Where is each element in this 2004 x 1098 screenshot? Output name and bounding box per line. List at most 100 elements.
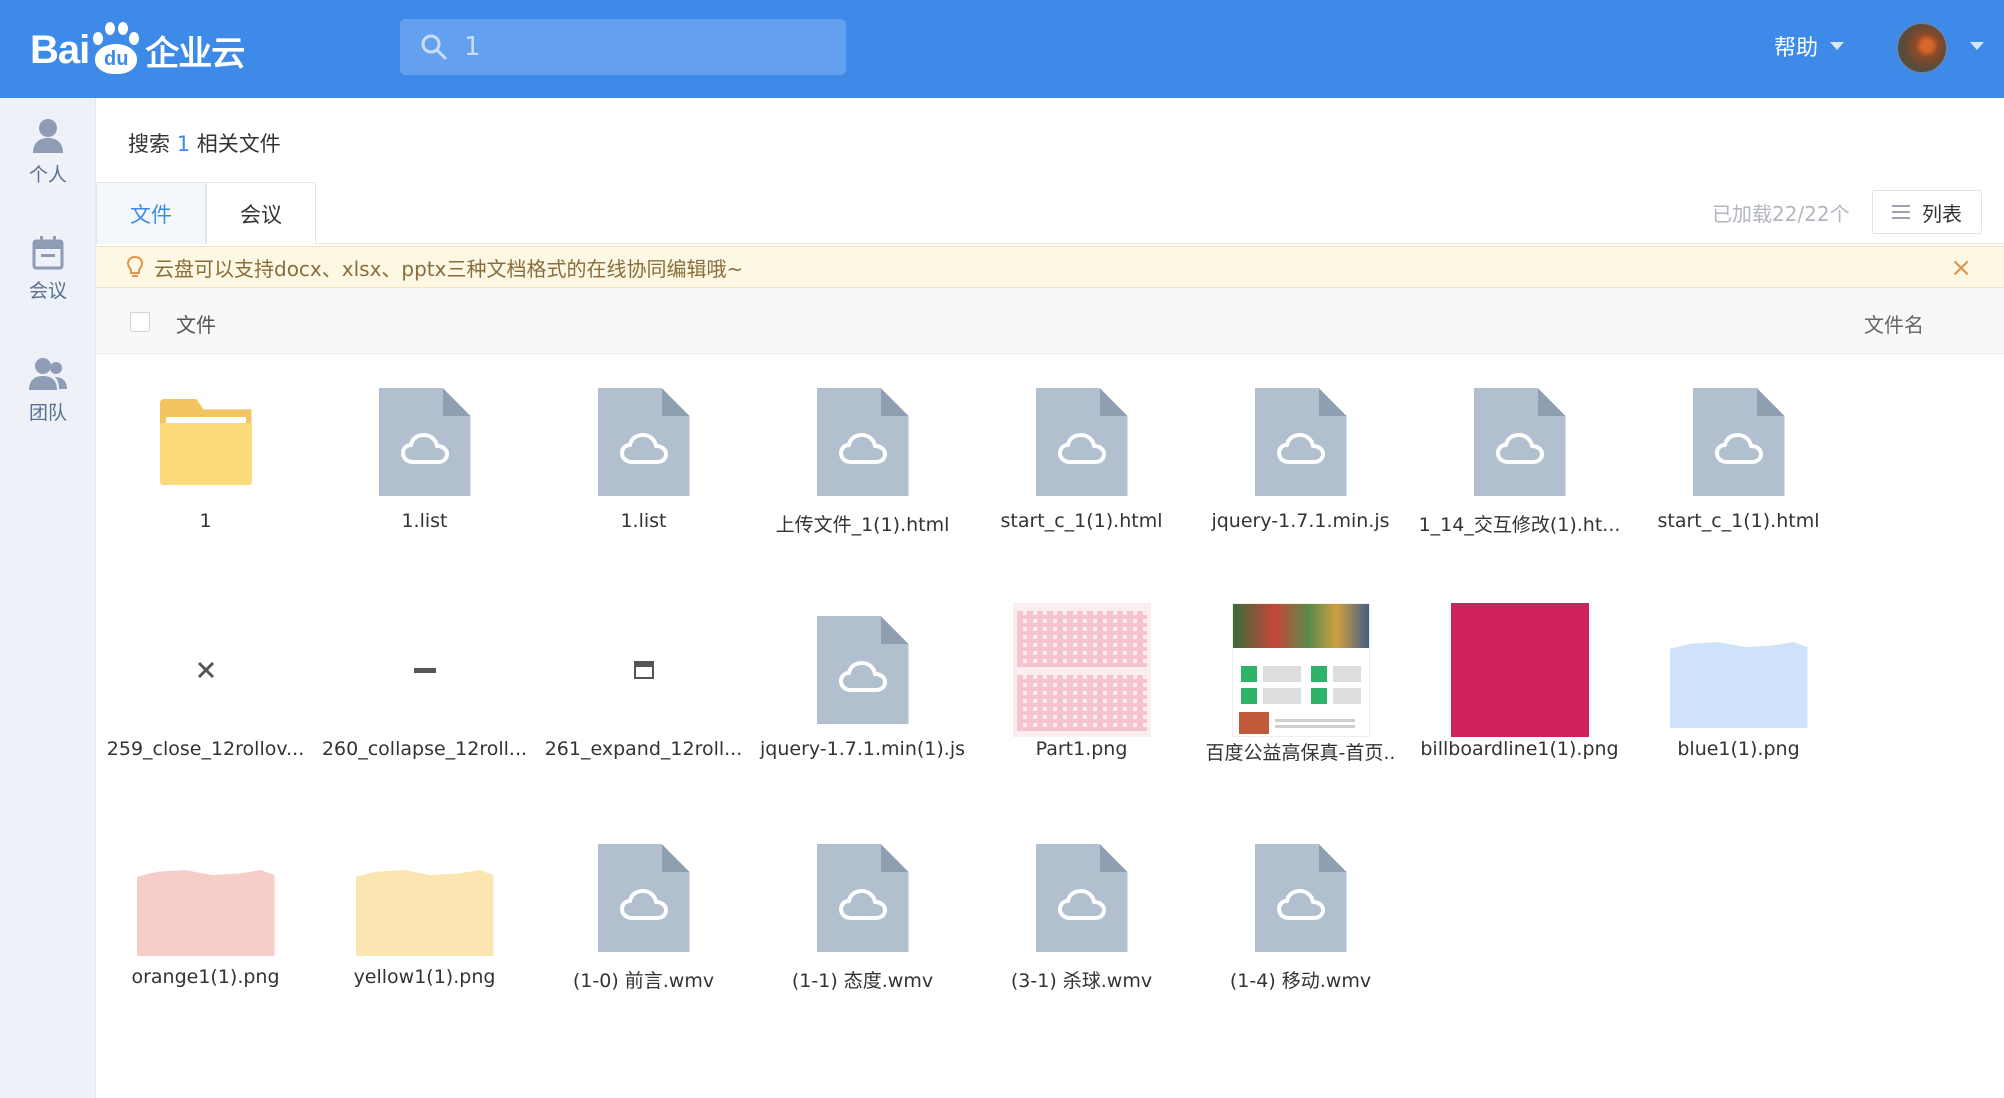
paw-icon: du — [91, 22, 141, 78]
file-item[interactable]: (1-4) 移动.wmv — [1191, 810, 1410, 1038]
logo-text-du: du — [104, 48, 129, 70]
sidebar-item-label: 会议 — [28, 280, 67, 302]
help-label: 帮助 — [1774, 36, 1819, 61]
search-title-prefix: 搜索 — [128, 132, 170, 156]
help-menu[interactable]: 帮助 — [1774, 30, 1845, 62]
file-item[interactable]: 1_14_交互修改(1).ht... — [1410, 354, 1629, 582]
file-name: (1-0) 前言.wmv — [572, 970, 715, 992]
file-name: (1-1) 态度.wmv — [791, 970, 934, 992]
image-thumbnail — [1410, 582, 1629, 758]
file-item[interactable]: (1-1) 态度.wmv — [753, 810, 972, 1038]
file-name: 1.list — [401, 510, 448, 532]
cloud-file-icon — [753, 810, 972, 986]
calendar-icon — [32, 236, 64, 270]
search-title-keyword: 1 — [176, 132, 191, 156]
cloud-file-icon — [1191, 354, 1410, 530]
file-item[interactable]: start_c_1(1).html — [972, 354, 1191, 582]
collapse-thumbnail — [315, 582, 534, 758]
cloud-file-icon — [1629, 354, 1848, 530]
search-icon[interactable] — [420, 33, 448, 61]
file-name: 260_collapse_12roll... — [321, 738, 528, 760]
logo-text-bai: Bai — [30, 27, 90, 72]
file-item[interactable]: 上传文件_1(1).html — [753, 354, 972, 582]
avatar[interactable] — [1896, 22, 1948, 74]
file-item[interactable]: (1-0) 前言.wmv — [534, 810, 753, 1038]
sidebar: 个人 会议 团队 — [0, 98, 96, 1098]
main-content: 搜索 1 相关文件 文件 会议 已加载22/22个 列表 云盘可以支持docx、… — [96, 98, 2004, 1098]
image-thumbnail — [1629, 582, 1848, 758]
file-item[interactable]: 259_close_12rollov... — [96, 582, 315, 810]
cloud-file-icon — [972, 810, 1191, 986]
close-icon[interactable]: × — [1950, 254, 1972, 282]
file-name: jquery-1.7.1.min.js — [1211, 510, 1390, 532]
file-item[interactable]: 1.list — [315, 354, 534, 582]
file-item[interactable]: jquery-1.7.1.min.js — [1191, 354, 1410, 582]
image-thumbnail — [1191, 582, 1410, 758]
cloud-file-icon — [972, 354, 1191, 530]
file-name: 百度公益高保真-首页.. — [1205, 742, 1396, 764]
file-item[interactable]: 1 — [96, 354, 315, 582]
list-view-button[interactable]: 列表 — [1872, 190, 1982, 234]
file-name: 1 — [199, 510, 212, 532]
cloud-file-icon — [315, 354, 534, 530]
file-item[interactable]: jquery-1.7.1.min(1).js — [753, 582, 972, 810]
file-item[interactable]: (3-1) 杀球.wmv — [972, 810, 1191, 1038]
folder-icon — [96, 354, 315, 530]
sort-by-filename[interactable]: 文件名 — [1864, 309, 1924, 338]
cloud-file-icon — [1410, 354, 1629, 530]
lightbulb-icon — [126, 255, 144, 277]
cloud-file-icon — [753, 354, 972, 530]
file-name: yellow1(1).png — [353, 966, 496, 988]
search-title-suffix: 相关文件 — [196, 132, 281, 156]
sidebar-item-meeting[interactable]: 会议 — [0, 236, 96, 303]
file-item[interactable]: billboardline1(1).png — [1410, 582, 1629, 810]
file-name: billboardline1(1).png — [1420, 738, 1619, 760]
baidu-logo[interactable]: Bai du 企业云 — [30, 20, 245, 80]
select-all-checkbox[interactable] — [130, 312, 150, 332]
file-item[interactable]: blue1(1).png — [1629, 582, 1848, 810]
loaded-count: 已加载22/22个 — [1712, 202, 1850, 226]
file-item[interactable]: Part1.png — [972, 582, 1191, 810]
file-name: 1.list — [620, 510, 667, 532]
cloud-file-icon — [753, 582, 972, 758]
cloud-file-icon — [1191, 810, 1410, 986]
file-item[interactable]: yellow1(1).png — [315, 810, 534, 1038]
image-thumbnail — [972, 582, 1191, 758]
image-thumbnail — [315, 810, 534, 986]
file-name: 259_close_12rollov... — [106, 738, 305, 760]
person-icon — [33, 119, 63, 153]
search-box[interactable] — [400, 19, 846, 75]
list-view-label: 列表 — [1922, 201, 1962, 226]
team-icon — [29, 358, 67, 390]
tab-bar: 文件 会议 已加载22/22个 列表 — [96, 182, 2004, 244]
column-file: 文件 — [176, 313, 216, 337]
avatar-chevron-down-icon[interactable] — [1970, 42, 1984, 50]
logo-text-yun: 企业云 — [145, 33, 245, 74]
search-input[interactable] — [464, 27, 824, 67]
file-name: jquery-1.7.1.min(1).js — [760, 738, 965, 760]
tab-files[interactable]: 文件 — [96, 182, 206, 244]
column-header: 文件 文件名 — [96, 288, 2004, 354]
file-item[interactable]: 261_expand_12roll... — [534, 582, 753, 810]
file-item[interactable]: 260_collapse_12roll... — [315, 582, 534, 810]
cloud-file-icon — [534, 354, 753, 530]
list-icon — [1892, 205, 1910, 219]
top-header: Bai du 企业云 帮助 — [0, 0, 2004, 98]
file-name: (1-4) 移动.wmv — [1229, 970, 1372, 992]
sidebar-item-personal[interactable]: 个人 — [0, 118, 96, 187]
tab-meetings[interactable]: 会议 — [206, 182, 316, 244]
file-name: start_c_1(1).html — [1000, 510, 1163, 532]
file-name: start_c_1(1).html — [1657, 510, 1820, 532]
file-item[interactable]: 1.list — [534, 354, 753, 582]
file-name: 261_expand_12roll... — [544, 738, 743, 760]
file-item[interactable]: start_c_1(1).html — [1629, 354, 1848, 582]
file-name: 1_14_交互修改(1).ht... — [1418, 514, 1621, 536]
file-name: (3-1) 杀球.wmv — [1010, 970, 1153, 992]
file-item[interactable]: 百度公益高保真-首页.. — [1191, 582, 1410, 810]
sidebar-item-label: 团队 — [28, 402, 67, 424]
sidebar-item-team[interactable]: 团队 — [0, 356, 96, 425]
search-result-title: 搜索 1 相关文件 — [128, 128, 281, 158]
close-thumbnail — [96, 582, 315, 758]
sidebar-item-label: 个人 — [28, 164, 67, 186]
file-item[interactable]: orange1(1).png — [96, 810, 315, 1038]
